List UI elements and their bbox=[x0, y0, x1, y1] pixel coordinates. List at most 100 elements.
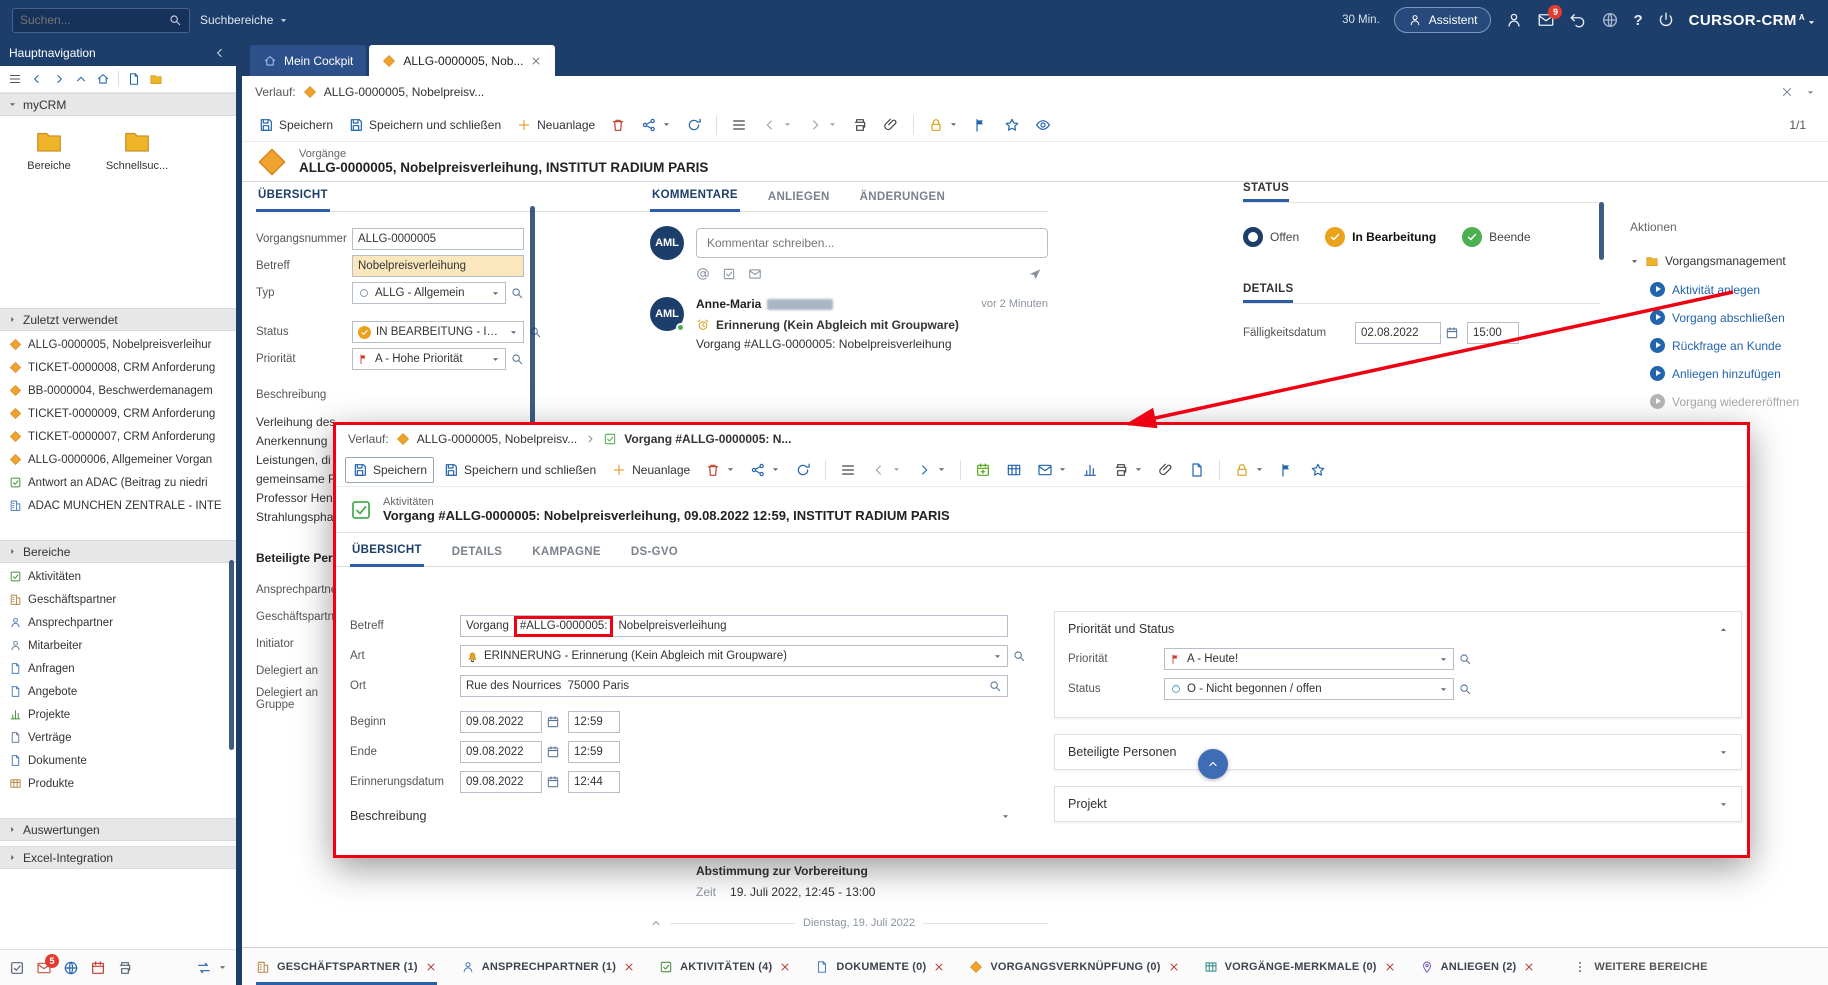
close-icon[interactable] bbox=[779, 961, 791, 973]
due-time-field[interactable] bbox=[1467, 322, 1519, 344]
tab-anliegen[interactable]: ANLIEGEN bbox=[766, 191, 832, 211]
send-icon[interactable] bbox=[1028, 267, 1042, 281]
notifications[interactable]: 9 bbox=[1537, 11, 1555, 29]
print-button[interactable] bbox=[846, 113, 874, 137]
history-item[interactable]: ALLG-0000005, Nobelpreisv... bbox=[324, 85, 485, 99]
status-step-bearbeitung[interactable]: In Bearbeitung bbox=[1325, 227, 1436, 247]
sidebar-item-mitarbeiter[interactable]: Mitarbeiter bbox=[0, 634, 236, 657]
new-folder-icon[interactable] bbox=[149, 72, 163, 86]
global-search[interactable] bbox=[12, 8, 190, 33]
prioritaet-select[interactable]: A - Hohe Priorität bbox=[352, 348, 506, 370]
add-appointment-button[interactable] bbox=[969, 458, 997, 482]
comment-composer[interactable] bbox=[696, 228, 1048, 258]
favorite-button[interactable] bbox=[998, 113, 1026, 137]
prioritaet-select[interactable]: A - Heute! bbox=[1164, 648, 1454, 670]
favorite-button[interactable] bbox=[1304, 458, 1332, 482]
erinnerung-time-field[interactable] bbox=[568, 771, 620, 793]
list-menu-button[interactable] bbox=[834, 458, 862, 482]
bottom-tab-geschaeftspartner[interactable]: GESCHÄFTSPARTNER (1) bbox=[256, 948, 437, 985]
close-icon[interactable] bbox=[933, 961, 945, 973]
actions-group[interactable]: Vorgangsmanagement bbox=[1630, 254, 1828, 268]
document-button[interactable] bbox=[1183, 458, 1211, 482]
comment-input[interactable] bbox=[707, 236, 1037, 250]
search-icon[interactable] bbox=[1012, 649, 1026, 663]
scroll-up-icon[interactable] bbox=[650, 917, 662, 929]
print-icon[interactable] bbox=[117, 960, 133, 976]
action-anliegen-hinzufuegen[interactable]: Anliegen hinzufügen bbox=[1650, 366, 1828, 381]
new-record-button[interactable]: Neuanlage bbox=[605, 458, 696, 482]
collapse-sidebar-icon[interactable] bbox=[213, 46, 227, 60]
tab-dsgvo[interactable]: DS-GVO bbox=[629, 546, 680, 566]
sidebar-item-dokumente[interactable]: Dokumente bbox=[0, 749, 236, 772]
save-button[interactable]: Speichern bbox=[252, 113, 339, 137]
close-tab-icon[interactable] bbox=[530, 55, 542, 67]
sidebar-item-anfragen[interactable]: Anfragen bbox=[0, 657, 236, 680]
home-icon[interactable] bbox=[96, 72, 110, 86]
vorgangsnummer-field[interactable] bbox=[352, 228, 524, 250]
ende-date-field[interactable] bbox=[460, 741, 542, 763]
beginn-time-field[interactable] bbox=[568, 711, 620, 733]
help-button[interactable]: ? bbox=[1633, 12, 1642, 29]
recent-item[interactable]: TICKET-0000009, CRM Anforderung bbox=[0, 402, 236, 425]
nav-up-icon[interactable] bbox=[74, 72, 88, 86]
nav-back-icon[interactable] bbox=[30, 72, 44, 86]
search-icon[interactable] bbox=[168, 13, 182, 27]
folder-bereiche[interactable]: Bereiche bbox=[12, 126, 86, 172]
copy-icon[interactable] bbox=[127, 72, 141, 86]
action-rueckfrage-kunde[interactable]: Rückfrage an Kunde bbox=[1650, 338, 1828, 353]
nav-forward-icon[interactable] bbox=[52, 72, 66, 86]
folder-schnellsuche[interactable]: Schnellsuc... bbox=[100, 126, 174, 172]
close-icon[interactable] bbox=[623, 961, 635, 973]
web-session-icon[interactable] bbox=[1601, 11, 1619, 29]
history-item-1[interactable]: ALLG-0000005, Nobelpreisv... bbox=[417, 432, 578, 446]
next-record-button[interactable] bbox=[910, 458, 952, 482]
bottom-tab-vorgaenge-merkmale[interactable]: VORGÄNGE-MERKMALE (0) bbox=[1204, 948, 1396, 985]
typ-select[interactable]: ALLG - Allgemein bbox=[352, 282, 506, 304]
logout-icon[interactable] bbox=[1657, 11, 1675, 29]
lock-button[interactable] bbox=[922, 113, 964, 137]
search-input[interactable] bbox=[20, 13, 162, 27]
sidebar-scrollbar[interactable] bbox=[229, 560, 234, 750]
refresh-button[interactable] bbox=[680, 113, 708, 137]
betreff-field[interactable] bbox=[352, 255, 524, 277]
search-areas-dropdown[interactable]: Suchbereiche bbox=[200, 13, 288, 27]
save-close-button[interactable]: Speichern und schließen bbox=[342, 113, 507, 137]
prev-record-button[interactable] bbox=[865, 458, 907, 482]
calendar-icon[interactable] bbox=[546, 715, 560, 729]
tab-kampagne[interactable]: KAMPAGNE bbox=[530, 546, 603, 566]
beginn-date-field[interactable] bbox=[460, 711, 542, 733]
messages-button[interactable]: 5 bbox=[36, 960, 52, 976]
attachment-button[interactable] bbox=[877, 113, 905, 137]
erinnerung-date-field[interactable] bbox=[460, 771, 542, 793]
save-button[interactable]: Speichern bbox=[345, 457, 434, 483]
sync-icon[interactable] bbox=[196, 960, 212, 976]
table-view-button[interactable] bbox=[1000, 458, 1028, 482]
workflow-button[interactable] bbox=[635, 113, 677, 137]
bottom-tab-anliegen[interactable]: ANLIEGEN (2) bbox=[1420, 948, 1536, 985]
chevron-down-icon[interactable] bbox=[1719, 800, 1728, 809]
sidebar-item-angebote[interactable]: Angebote bbox=[0, 680, 236, 703]
action-vorgang-abschliessen[interactable]: Vorgang abschließen bbox=[1650, 310, 1828, 325]
status-scrollbar[interactable] bbox=[1599, 202, 1604, 260]
sidebar-section-auswertungen[interactable]: Auswertungen bbox=[0, 818, 236, 841]
sidebar-section-mycrm[interactable]: myCRM bbox=[0, 93, 236, 116]
mail-icon[interactable] bbox=[748, 267, 762, 281]
ende-time-field[interactable] bbox=[568, 741, 620, 763]
prev-record-button[interactable] bbox=[756, 113, 798, 137]
delete-button[interactable] bbox=[604, 113, 632, 137]
tab-record[interactable]: ALLG-0000005, Nob... bbox=[369, 45, 555, 76]
sidebar-item-projekte[interactable]: Projekte bbox=[0, 703, 236, 726]
bottom-tab-vorgangsverknuepfung[interactable]: VORGANGSVERKNÜPFUNG (0) bbox=[969, 948, 1179, 985]
delete-button[interactable] bbox=[699, 458, 741, 482]
close-record-icon[interactable] bbox=[1780, 85, 1794, 99]
flag-button[interactable] bbox=[967, 113, 995, 137]
close-icon[interactable] bbox=[1168, 961, 1180, 973]
action-aktivitaet-anlegen[interactable]: Aktivität anlegen bbox=[1650, 282, 1828, 297]
search-icon[interactable] bbox=[510, 352, 524, 366]
report-button[interactable] bbox=[1076, 458, 1104, 482]
close-icon[interactable] bbox=[1523, 961, 1535, 973]
recent-item[interactable]: BB-0000004, Beschwerdemanagem bbox=[0, 379, 236, 402]
sidebar-section-recent[interactable]: Zuletzt verwendet bbox=[0, 308, 236, 331]
task-icon[interactable] bbox=[722, 267, 736, 281]
calendar-icon[interactable] bbox=[546, 775, 560, 789]
